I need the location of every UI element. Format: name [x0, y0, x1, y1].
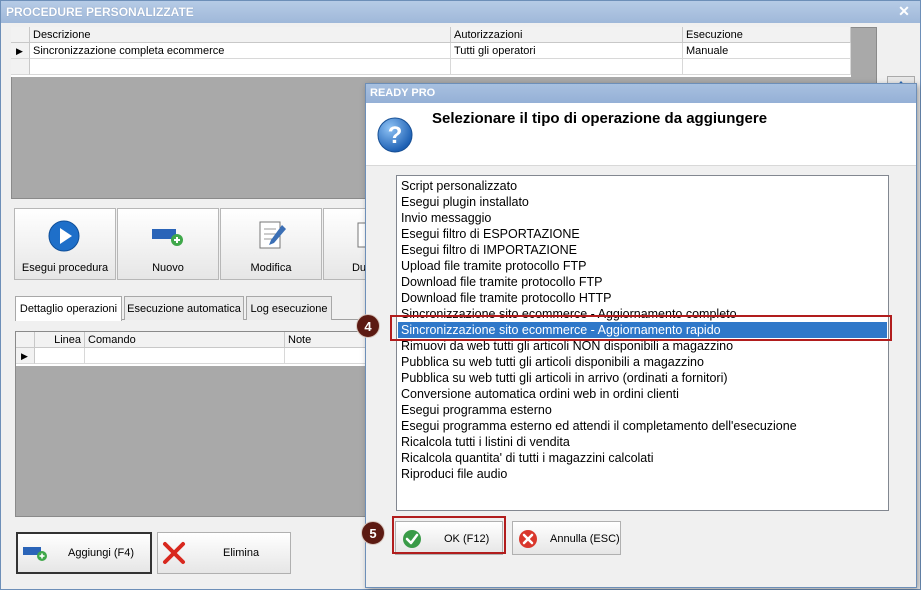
column-header-comando[interactable]: Comando: [85, 332, 285, 348]
column-header-esecuzione[interactable]: Esecuzione: [683, 27, 851, 43]
table-cell[interactable]: [85, 348, 285, 364]
list-item[interactable]: Conversione automatica ordini web in ord…: [398, 386, 887, 402]
dialog-header: ? Selezionare il tipo di operazione da a…: [366, 103, 916, 166]
edit-label: Modifica: [250, 262, 292, 274]
operation-type-list[interactable]: Script personalizzato Esegui plugin insta…: [396, 175, 889, 511]
step-badge-4: 4: [356, 314, 380, 338]
duplicate-label: Du: [351, 262, 366, 274]
tab-esecuzione-automatica[interactable]: Esecuzione automatica: [124, 296, 244, 320]
column-header-autorizzazioni[interactable]: Autorizzazioni: [451, 27, 683, 43]
question-icon: ?: [377, 117, 413, 153]
add-button[interactable]: Aggiungi (F4): [16, 532, 152, 574]
table-cell[interactable]: Manuale: [683, 43, 851, 59]
list-item[interactable]: Esegui filtro di IMPORTAZIONE: [398, 242, 887, 258]
duplicate-button[interactable]: Du: [323, 208, 368, 280]
table-cell[interactable]: [30, 59, 451, 75]
ok-highlight-frame: [392, 516, 506, 554]
list-item[interactable]: Download file tramite protocollo FTP: [398, 274, 887, 290]
list-item[interactable]: Sincronizzazione sito ecommerce - Aggior…: [398, 322, 887, 338]
procedures-grid-content: Descrizione Autorizzazioni Esecuzione ▶ …: [11, 27, 851, 77]
dialog-title: READY PRO: [366, 84, 916, 103]
list-item[interactable]: Invio messaggio: [398, 210, 887, 226]
column-header-note[interactable]: Note: [285, 332, 366, 348]
list-item[interactable]: Ricalcola quantita' di tutti i magazzini…: [398, 450, 887, 466]
new-button[interactable]: Nuovo: [117, 208, 219, 280]
list-item[interactable]: Esegui programma esterno ed attendi il c…: [398, 418, 887, 434]
list-item[interactable]: Pubblica su web tutti gli articoli dispo…: [398, 354, 887, 370]
row-marker-icon: ▶: [16, 348, 35, 364]
delete-button-label: Elimina: [223, 547, 260, 559]
run-procedure-label: Esegui procedura: [21, 262, 109, 274]
list-item[interactable]: Riproduci file audio: [398, 466, 887, 482]
add-item-icon: [23, 547, 47, 561]
operation-type-dialog: READY PRO ? Selezionare il tipo di opera…: [365, 83, 917, 588]
tab-log-esecuzione[interactable]: Log esecuzione: [246, 296, 332, 320]
add-button-label: Aggiungi (F4): [68, 547, 135, 559]
close-icon[interactable]: ✕: [896, 3, 912, 19]
red-x-icon: [163, 542, 185, 564]
list-item[interactable]: Pubblica su web tutti gli articoli in ar…: [398, 370, 887, 386]
run-procedure-button[interactable]: Esegui procedura: [14, 208, 116, 280]
list-item[interactable]: Esegui programma esterno: [398, 402, 887, 418]
list-item[interactable]: Rimuovi da web tutti gli articoli NON di…: [398, 338, 887, 354]
row-selector-header: [11, 27, 30, 43]
delete-button[interactable]: Elimina: [157, 532, 291, 574]
list-item[interactable]: Esegui plugin installato: [398, 194, 887, 210]
list-item[interactable]: Upload file tramite protocollo FTP: [398, 258, 887, 274]
svg-text:?: ?: [388, 122, 403, 149]
table-cell[interactable]: Tutti gli operatori: [451, 43, 683, 59]
list-item[interactable]: Sincronizzazione sito ecommerce - Aggior…: [398, 306, 887, 322]
step-badge-5: 5: [361, 521, 385, 545]
row-selector-header: [16, 332, 35, 348]
edit-document-icon: [259, 221, 286, 249]
main-window-title: PROCEDURE PERSONALIZZATE: [1, 1, 920, 23]
table-cell[interactable]: [285, 348, 366, 364]
table-cell[interactable]: [35, 348, 85, 364]
table-cell[interactable]: Sincronizzazione completa ecommerce: [30, 43, 451, 59]
list-item[interactable]: Esegui filtro di ESPORTAZIONE: [398, 226, 887, 242]
table-cell[interactable]: [683, 59, 851, 75]
add-item-icon: [152, 229, 183, 246]
list-item[interactable]: Download file tramite protocollo HTTP: [398, 290, 887, 306]
cancel-icon: [519, 530, 537, 548]
cancel-button[interactable]: Annulla (ESC): [512, 521, 621, 555]
operations-grid-content: Linea Comando Note ▶: [16, 332, 366, 366]
table-cell[interactable]: [451, 59, 683, 75]
list-item[interactable]: Ricalcola tutti i listini di vendita: [398, 434, 887, 450]
edit-button[interactable]: Modifica: [220, 208, 322, 280]
list-item[interactable]: Script personalizzato: [398, 178, 887, 194]
new-label: Nuovo: [152, 262, 184, 274]
dialog-heading: Selezionare il tipo di operazione da agg…: [432, 110, 768, 127]
row-marker-icon: ▶: [11, 43, 30, 59]
tab-dettaglio-operazioni[interactable]: Dettaglio operazioni: [15, 296, 122, 321]
row-selector: [11, 59, 30, 75]
play-icon: [48, 220, 80, 252]
cancel-button-label: Annulla (ESC): [550, 533, 620, 545]
column-header-linea[interactable]: Linea: [35, 332, 85, 348]
column-header-descrizione[interactable]: Descrizione: [30, 27, 451, 43]
